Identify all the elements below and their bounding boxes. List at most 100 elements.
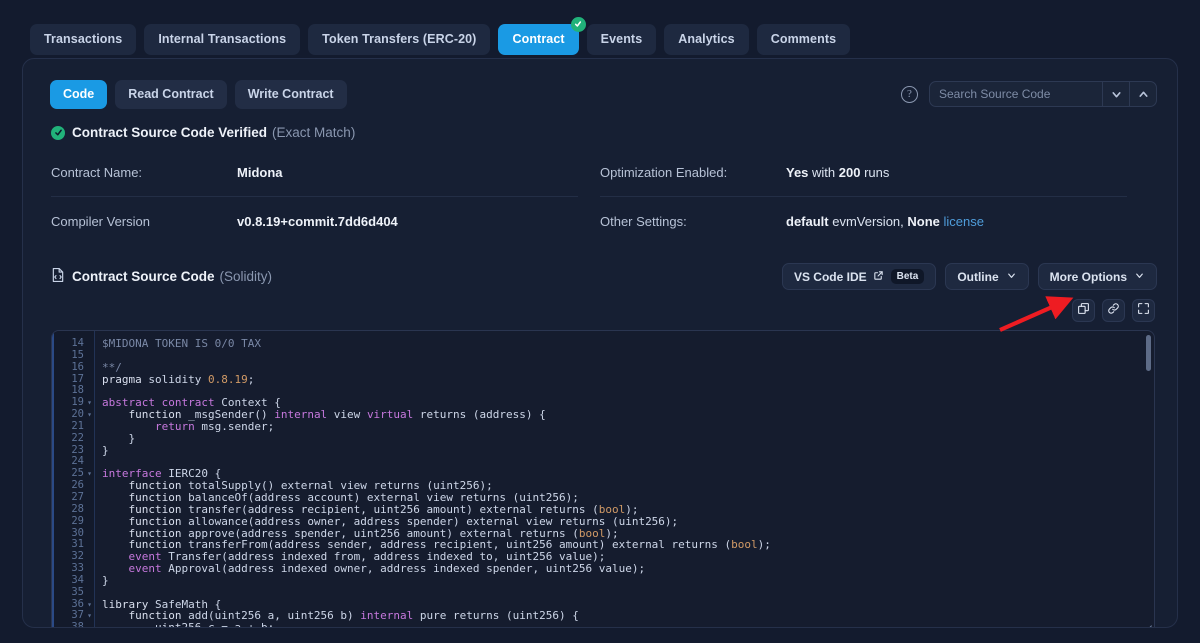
evm-version-value: default — [786, 214, 829, 229]
source-code-header: Contract Source Code (Solidity) VS Code … — [23, 245, 1177, 290]
code-line: 33 event Approval(address indexed owner,… — [52, 562, 1154, 576]
file-code-icon — [51, 267, 65, 286]
vs-code-beta-badge: Beta — [890, 269, 925, 284]
meta-row-other-settings: Other Settings: default evmVersion, None… — [600, 196, 1127, 245]
more-options-label: More Options — [1049, 269, 1127, 284]
subtab-read-contract[interactable]: Read Contract — [115, 79, 227, 109]
fold-toggle-icon[interactable]: ▾ — [84, 610, 95, 622]
code-scrollbar-thumb[interactable] — [1146, 335, 1151, 371]
question-mark-circle-icon[interactable]: ? — [901, 85, 918, 103]
chevron-down-icon — [1111, 91, 1121, 97]
code-scrollbar[interactable] — [1146, 335, 1151, 627]
line-number: 29 — [71, 514, 84, 527]
code-line-text: pragma solidity 0.8.19; — [102, 372, 255, 386]
meta-label: Other Settings: — [600, 214, 687, 229]
contract-meta-grid: Contract Name: Midona Compiler Version v… — [23, 140, 1177, 245]
code-line-text: } — [102, 443, 109, 457]
meta-row-contract-name: Contract Name: Midona — [51, 148, 578, 196]
verified-match-type: (Exact Match) — [272, 125, 356, 140]
optimization-tail-text: runs — [860, 165, 890, 180]
link-icon — [1107, 302, 1120, 320]
chevron-up-icon — [1138, 91, 1148, 97]
tab-events[interactable]: Events — [586, 23, 657, 55]
link-button[interactable] — [1102, 299, 1125, 322]
copy-icon — [1077, 302, 1090, 320]
source-code-title-group: Contract Source Code (Solidity) — [51, 267, 272, 286]
code-line: 21 return msg.sender; — [52, 420, 1154, 433]
code-line: 34} — [52, 573, 1154, 587]
verification-status: Contract Source Code Verified (Exact Mat… — [23, 111, 1177, 140]
fullscreen-button[interactable] — [1132, 299, 1155, 322]
contract-meta-left: Contract Name: Midona Compiler Version v… — [51, 148, 600, 245]
meta-row-optimization: Optimization Enabled: Yes with 200 runs — [600, 148, 1127, 196]
search-prev-button[interactable] — [1129, 82, 1156, 106]
contract-meta-right: Optimization Enabled: Yes with 200 runs … — [600, 148, 1149, 245]
source-code-language: (Solidity) — [219, 269, 273, 284]
contract-subtabs: Code Read Contract Write Contract — [50, 79, 355, 109]
fold-toggle-icon[interactable]: ▾ — [84, 599, 95, 611]
outline-label: Outline — [957, 269, 999, 284]
tab-label: Transactions — [44, 31, 123, 46]
meta-value-optimization: Yes with 200 runs — [786, 165, 889, 180]
fold-toggle-icon[interactable]: ▾ — [84, 468, 95, 480]
vs-code-ide-label: VS Code IDE — [793, 269, 867, 284]
copy-button[interactable] — [1072, 299, 1095, 322]
subtab-write-contract[interactable]: Write Contract — [234, 79, 347, 109]
code-line-text: event Approval(address indexed owner, ad… — [128, 562, 646, 576]
tab-internal-transactions[interactable]: Internal Transactions — [144, 23, 301, 55]
fullscreen-icon — [1137, 302, 1150, 320]
search-input[interactable] — [930, 82, 1102, 106]
outline-button[interactable]: Outline — [945, 263, 1029, 290]
fold-toggle-icon[interactable]: ▾ — [84, 409, 95, 421]
primary-tab-strip: Transactions Internal Transactions Token T… — [0, 0, 1200, 58]
code-tool-icon-row — [23, 290, 1177, 322]
search-next-button[interactable] — [1102, 82, 1129, 106]
contract-subtab-row: Code Read Contract Write Contract ? — [23, 59, 1177, 111]
search-source-code-box — [929, 81, 1157, 107]
tab-transactions[interactable]: Transactions — [30, 23, 137, 55]
line-number: 28 — [71, 502, 84, 515]
code-line: 22 } — [52, 432, 1154, 445]
license-link[interactable]: license — [940, 214, 984, 229]
check-circle-icon — [51, 125, 65, 140]
tab-analytics[interactable]: Analytics — [664, 23, 749, 55]
chevron-down-icon — [1134, 270, 1145, 284]
external-link-icon — [873, 270, 884, 284]
tab-label: Token Transfers (ERC-20) — [322, 31, 477, 46]
meta-value-other-settings: default evmVersion, None license — [786, 214, 984, 229]
line-number: 15 — [71, 348, 84, 361]
tab-label: Comments — [770, 31, 837, 46]
tab-token-transfers-erc-20[interactable]: Token Transfers (ERC-20) — [308, 23, 491, 55]
fold-toggle-icon[interactable]: ▾ — [84, 397, 95, 409]
source-code-viewer[interactable]: 14 $MIDONA TOKEN IS 0/0 TAX 15 16 **/17 pragm… — [51, 330, 1155, 628]
license-value: None — [907, 214, 940, 229]
contract-card: Code Read Contract Write Contract ? Sear… — [22, 58, 1178, 628]
optimization-enabled-value: Yes — [786, 165, 809, 180]
code-lines: 14 $MIDONA TOKEN IS 0/0 TAX 15 16 **/17 pragm… — [52, 331, 1154, 628]
code-line: 38 uint256 c = a + b; — [52, 621, 1154, 628]
code-line-text: } — [102, 573, 109, 587]
more-options-button[interactable]: More Options — [1037, 263, 1157, 290]
meta-value-compiler-version: v0.8.19+commit.7dd6d404 — [237, 214, 398, 229]
tab-contract[interactable]: Contract — [498, 16, 586, 55]
source-search-group: ? — [901, 81, 1157, 107]
meta-row-compiler-version: Compiler Version v0.8.19+commit.7dd6d404 — [51, 196, 578, 245]
meta-label: Compiler Version — [51, 214, 150, 229]
vs-code-ide-button[interactable]: VS Code IDE Beta — [781, 263, 937, 290]
tab-label: Events — [600, 31, 643, 46]
subtab-code[interactable]: Code — [50, 79, 108, 109]
other-settings-mid-text: evmVersion, — [828, 214, 908, 229]
optimization-mid-text: with — [808, 165, 839, 180]
verified-badge-icon — [570, 16, 586, 32]
code-line: 14 $MIDONA TOKEN IS 0/0 TAX — [52, 337, 1154, 350]
meta-label: Optimization Enabled: — [600, 165, 728, 180]
verified-title: Contract Source Code Verified — [72, 125, 268, 140]
tab-comments[interactable]: Comments — [756, 23, 851, 55]
code-resize-handle[interactable] — [1141, 623, 1152, 627]
source-code-actions: VS Code IDE Beta Outline More Options — [781, 263, 1157, 290]
code-line-text: uint256 c = a + b; — [102, 621, 275, 628]
meta-label: Contract Name: — [51, 165, 143, 180]
line-number: 34 — [71, 573, 84, 586]
tab-label: Internal Transactions — [158, 31, 287, 46]
tab-label: Analytics — [678, 31, 735, 46]
